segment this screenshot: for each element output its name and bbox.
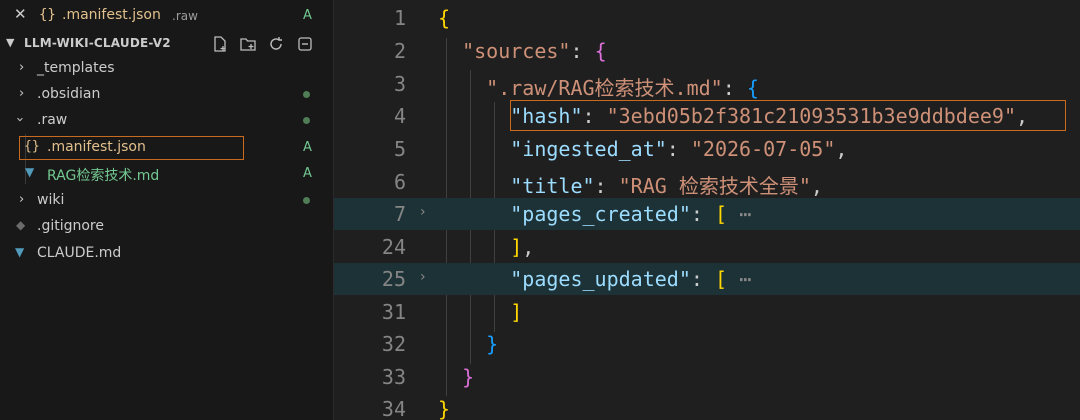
- folded-ellipsis[interactable]: ⋯: [739, 267, 751, 291]
- selection-highlight: [19, 136, 244, 160]
- markdown-file-icon: ▼: [25, 165, 35, 179]
- line-number: 25: [381, 267, 406, 291]
- open-editor-filename: .manifest.json: [62, 7, 161, 23]
- fold-chevron-icon[interactable]: ›: [420, 269, 426, 285]
- modified-dot: [303, 117, 310, 124]
- hash-highlight-box: [510, 100, 1066, 131]
- line-number: 7: [393, 202, 406, 226]
- line-number: 31: [381, 300, 406, 324]
- folded-ellipsis[interactable]: ⋯: [739, 202, 751, 226]
- tree-item-obsidian[interactable]: › .obsidian: [0, 81, 334, 107]
- code-line: 5 "ingested_at": "2026-07-05",: [334, 133, 1080, 165]
- code-editor[interactable]: 1 { 2 "sources": { 3 ".raw/RAG检索技术.md": …: [334, 0, 1080, 420]
- new-folder-icon[interactable]: [239, 35, 257, 53]
- workspace-title: LLM-WIKI-CLAUDE-V2: [24, 36, 171, 50]
- code-line-folded: 7 › "pages_created": [ ⋯: [334, 198, 1080, 230]
- line-number: 3: [393, 72, 406, 96]
- git-status-badge: A: [303, 140, 312, 155]
- tree-item-rag-md[interactable]: ▼ RAG检索技术.md A: [0, 160, 334, 186]
- git-file-icon: ◆: [16, 218, 26, 232]
- line-number: 6: [393, 170, 406, 194]
- code-text: {: [438, 6, 451, 30]
- markdown-file-icon: ▼: [15, 245, 25, 259]
- code-line: 6 "title": "RAG 检索技术全景",: [334, 166, 1080, 198]
- code-text: }: [462, 365, 475, 389]
- tree-item-label: CLAUDE.md: [37, 245, 122, 261]
- line-number: 5: [393, 137, 406, 161]
- tree-item-label: .gitignore: [37, 218, 104, 234]
- code-line: 24 ],: [334, 231, 1080, 263]
- code-text: }: [438, 397, 451, 420]
- tree-item-wiki[interactable]: › wiki: [0, 187, 334, 213]
- line-number: 1: [393, 6, 406, 30]
- code-line: 31 ]: [334, 296, 1080, 328]
- tree-item-raw[interactable]: › .raw: [0, 107, 334, 133]
- tree-item-label: .raw: [37, 112, 68, 128]
- code-text: ".raw/RAG检索技术.md": {: [486, 76, 759, 100]
- json-file-icon: {}: [39, 7, 56, 23]
- modified-dot: [303, 91, 310, 98]
- code-line-folded: 25 › "pages_updated": [ ⋯: [334, 263, 1080, 295]
- code-line: 3 ".raw/RAG检索技术.md": {: [334, 68, 1080, 100]
- code-line: 33 }: [334, 361, 1080, 393]
- code-area[interactable]: 1 { 2 "sources": { 3 ".raw/RAG检索技术.md": …: [334, 0, 1080, 420]
- code-line: 2 "sources": {: [334, 35, 1080, 67]
- tree-item-templates[interactable]: › _templates: [0, 55, 334, 81]
- collapse-all-icon[interactable]: [296, 35, 314, 53]
- tree-item-gitignore[interactable]: ◆ .gitignore: [0, 213, 334, 239]
- git-status-badge: A: [303, 8, 312, 23]
- explorer-section-header[interactable]: ▼ LLM-WIKI-CLAUDE-V2: [0, 31, 334, 55]
- code-text: "pages_created": [ ⋯: [510, 202, 752, 226]
- code-text: "ingested_at": "2026-07-05",: [510, 137, 848, 161]
- line-number: 33: [381, 365, 406, 389]
- chevron-down-icon: ›: [12, 116, 28, 123]
- code-text: "title": "RAG 检索技术全景",: [510, 174, 823, 198]
- tree-item-label: RAG检索技术.md: [47, 168, 160, 184]
- line-number: 34: [381, 397, 406, 420]
- open-editor-item[interactable]: ✕ {} .manifest.json .raw A: [0, 2, 334, 28]
- explorer-sidebar: ✕ {} .manifest.json .raw A ▼ LLM-WIKI-CL…: [0, 0, 334, 420]
- line-number: 32: [381, 332, 406, 356]
- code-text: "sources": {: [462, 39, 607, 63]
- line-number: 4: [393, 104, 406, 128]
- line-number: 24: [381, 235, 406, 259]
- code-text: ]: [510, 300, 523, 324]
- refresh-icon[interactable]: [267, 35, 285, 53]
- line-number: 2: [393, 39, 406, 63]
- chevron-right-icon: ›: [19, 192, 25, 207]
- tree-item-label: _templates: [37, 60, 115, 76]
- code-text: ],: [510, 235, 535, 259]
- chevron-right-icon: ›: [19, 60, 25, 75]
- code-line: 32 }: [334, 328, 1080, 360]
- fold-chevron-icon[interactable]: ›: [420, 204, 426, 220]
- tree-item-label: .obsidian: [37, 86, 101, 102]
- close-icon[interactable]: ✕: [14, 5, 27, 23]
- code-text: }: [486, 332, 499, 356]
- modified-dot: [303, 197, 310, 204]
- git-status-badge: A: [303, 166, 312, 181]
- chevron-down-icon[interactable]: ▼: [6, 36, 14, 49]
- chevron-right-icon: ›: [19, 86, 25, 101]
- open-editor-description: .raw: [172, 9, 198, 23]
- tree-item-label: wiki: [37, 192, 65, 208]
- new-file-icon[interactable]: [211, 35, 229, 53]
- code-line: 34 }: [334, 393, 1080, 420]
- tree-item-claude-md[interactable]: ▼ CLAUDE.md: [0, 240, 334, 266]
- code-line: 1 {: [334, 2, 1080, 34]
- code-text: "pages_updated": [ ⋯: [510, 267, 752, 291]
